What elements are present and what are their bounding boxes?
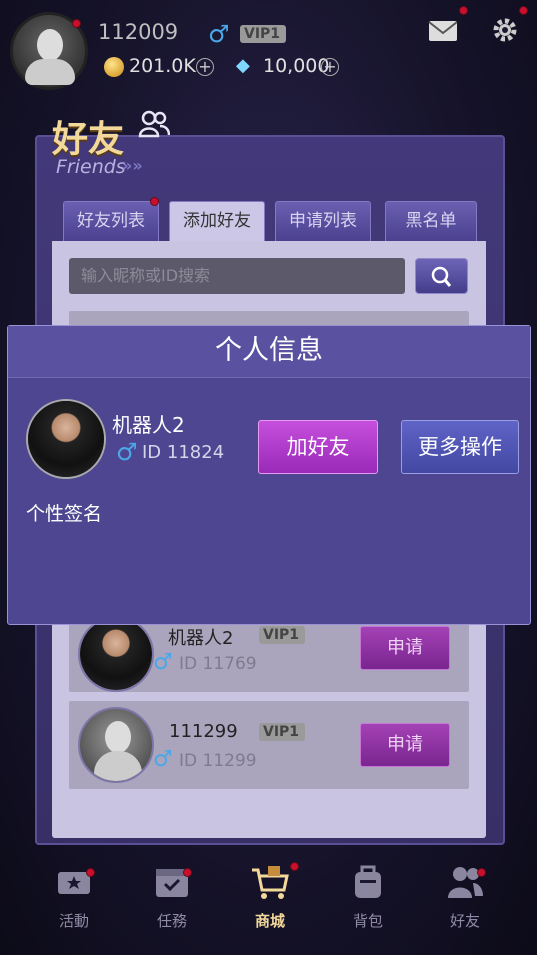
- vip-label: VIP1: [259, 723, 306, 741]
- friends-title-icon: [138, 108, 171, 140]
- add-friend-button[interactable]: 加好友: [258, 420, 378, 474]
- tab-friend-list-dot: [150, 197, 159, 206]
- coin-icon: [104, 57, 124, 77]
- profile-modal: 个人信息 机器人2 ♂ ID 11824 加好友 更多操作 个性签名: [7, 325, 531, 625]
- add-gems-button[interactable]: +: [321, 58, 339, 76]
- profile-avatar: [26, 399, 106, 479]
- profile-signature: 个性签名: [26, 503, 103, 525]
- profile-name: 机器人2: [112, 413, 185, 437]
- nav-label: 活動: [58, 912, 89, 930]
- vip-badge: VIP1: [240, 23, 287, 43]
- profile-id: ID 11824: [142, 442, 225, 463]
- tab-add-friend[interactable]: 添加好友: [169, 201, 265, 241]
- nav-label: 任務: [156, 912, 187, 930]
- more-actions-button[interactable]: 更多操作: [401, 420, 519, 474]
- settings-notification-dot: [519, 6, 528, 15]
- vip-badge: VIP1: [259, 624, 306, 644]
- row-name: 111299: [169, 721, 238, 742]
- player-username: 112009: [98, 20, 179, 44]
- list-item: 111299 VIP1 ♂ ID 11299 申请: [69, 701, 469, 789]
- add-coins-button[interactable]: +: [196, 58, 214, 76]
- nav-label: 好友: [449, 912, 480, 930]
- mail-icon[interactable]: [428, 20, 458, 46]
- gem-balance: 10,000: [263, 55, 330, 77]
- male-gender-icon: ♂: [208, 20, 230, 48]
- modal-title: 个人信息: [8, 326, 530, 378]
- vip-badge: VIP1: [259, 721, 306, 741]
- apply-button[interactable]: 申请: [360, 723, 450, 767]
- male-gender-icon: ♂: [153, 650, 173, 675]
- gem-icon: ◆: [236, 55, 250, 76]
- vip-label: VIP1: [259, 626, 306, 644]
- nav-item-backpack[interactable]: 背包: [328, 862, 408, 931]
- nav-friends-dot: [477, 868, 486, 877]
- row-name: 机器人2: [168, 628, 234, 649]
- male-gender-icon: ♂: [116, 438, 138, 466]
- avatar-notification-dot: [72, 19, 81, 28]
- avatar: [78, 707, 154, 783]
- backpack-icon: [348, 862, 388, 902]
- nav-tasks-dot: [183, 868, 192, 877]
- vip-label: VIP1: [240, 25, 287, 43]
- nav-item-events[interactable]: 活動: [34, 862, 114, 931]
- nav-item-tasks[interactable]: 任務: [132, 862, 212, 931]
- tab-friend-list[interactable]: 好友列表: [63, 201, 159, 241]
- friends-panel-subtitle: Friends: [56, 156, 126, 178]
- nav-item-shop[interactable]: 商城: [230, 862, 310, 931]
- apply-button[interactable]: 申请: [360, 626, 450, 670]
- nav-shop-dot: [290, 862, 299, 871]
- friends-panel-title: 好友: [52, 119, 125, 160]
- shop-cart-icon: [250, 862, 290, 902]
- mail-notification-dot: [459, 6, 468, 15]
- search-input[interactable]: 输入昵称或ID搜索: [69, 258, 405, 294]
- avatar: [78, 616, 154, 692]
- row-id: ID 11299: [179, 751, 257, 771]
- nav-label: 商城: [254, 912, 285, 930]
- coin-balance: 201.0K: [129, 55, 196, 77]
- row-id: ID 11769: [179, 654, 257, 674]
- nav-label: 背包: [352, 912, 383, 930]
- male-gender-icon: ♂: [153, 747, 173, 772]
- chevrons-icon: »»: [122, 156, 143, 175]
- tab-blacklist[interactable]: 黑名单: [385, 201, 477, 241]
- search-button[interactable]: [415, 258, 468, 294]
- nav-events-dot: [86, 868, 95, 877]
- search-icon: [431, 266, 452, 287]
- tab-requests[interactable]: 申请列表: [275, 201, 371, 241]
- settings-gear-icon[interactable]: [490, 15, 520, 49]
- nav-item-friends[interactable]: 好友: [425, 862, 505, 931]
